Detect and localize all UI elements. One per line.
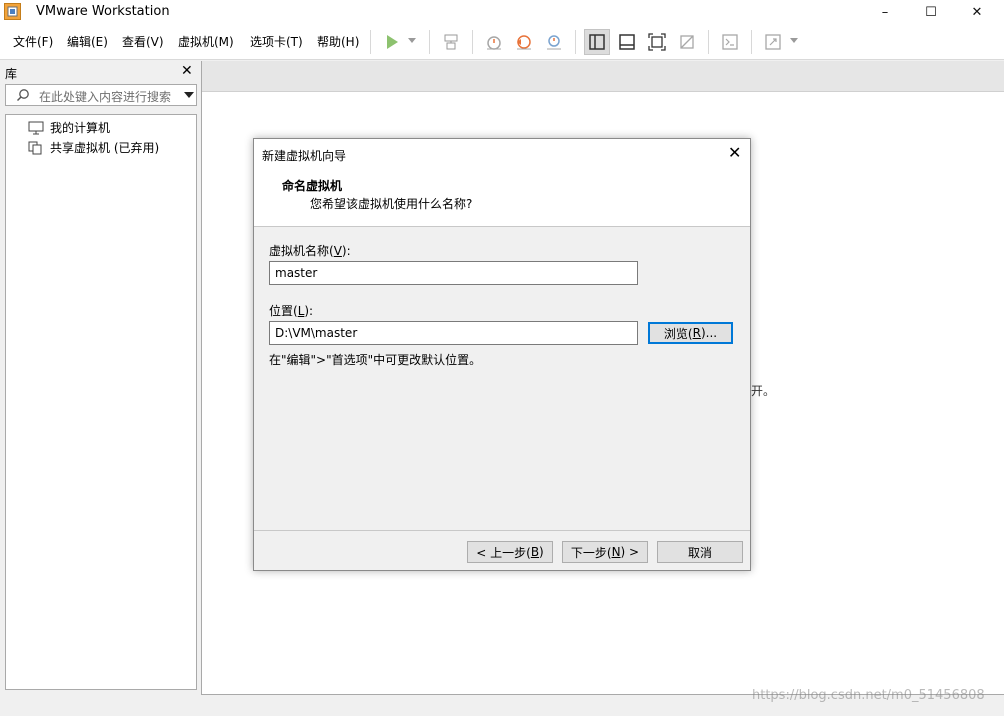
background-text-fragment: 开。: [751, 384, 776, 398]
default-location-hint: 在"编辑">"首选项"中可更改默认位置。: [269, 353, 482, 367]
sidebar-layout-icon: [589, 34, 605, 50]
power-on-button[interactable]: [379, 29, 405, 55]
menu-file[interactable]: 文件(F): [13, 33, 53, 50]
watermark: https://blog.csdn.net/m0_51456808: [752, 688, 985, 703]
toolbar-separator: [708, 30, 709, 54]
tree-item-label: 共享虚拟机 (已弃用): [50, 141, 160, 155]
snapshot-manager-button[interactable]: [541, 29, 567, 55]
maximize-button[interactable]: ☐: [908, 0, 954, 24]
toolbar-separator: [751, 30, 752, 54]
tree-item-shared-vms[interactable]: 共享虚拟机 (已弃用): [28, 139, 159, 156]
location-input[interactable]: D:\VM\master: [269, 321, 638, 345]
console-view-button[interactable]: [717, 29, 743, 55]
library-title: 库: [5, 67, 18, 81]
menu-edit[interactable]: 编辑(E): [67, 33, 108, 50]
dialog-heading: 命名虚拟机: [282, 179, 343, 193]
toolbar-separator: [370, 30, 371, 54]
search-icon: [16, 89, 29, 102]
library-tree: 我的计算机 共享虚拟机 (已弃用): [5, 114, 197, 690]
send-keys-button[interactable]: [438, 29, 464, 55]
snapshot-manager-icon: [547, 35, 561, 50]
stretch-dropdown-caret[interactable]: [790, 38, 798, 43]
show-library-button[interactable]: [584, 29, 610, 55]
power-dropdown-caret[interactable]: [408, 38, 416, 43]
close-window-button[interactable]: ✕: [954, 0, 1000, 24]
snapshot-clock-icon: [487, 36, 501, 50]
full-screen-button[interactable]: [644, 29, 670, 55]
play-icon: [387, 35, 398, 49]
library-close-button[interactable]: ✕: [181, 63, 193, 79]
search-placeholder: 在此处键入内容进行搜索: [39, 90, 172, 104]
vmware-app-icon: [4, 3, 21, 20]
location-label: 位置(L):: [269, 304, 314, 318]
toolbar-separator: [472, 30, 473, 54]
send-ctrl-alt-del-icon: [444, 34, 458, 50]
stretch-guest-button[interactable]: [760, 29, 786, 55]
library-header: 库 ✕: [0, 61, 200, 83]
vm-name-label: 虚拟机名称(V):: [269, 244, 351, 258]
dialog-close-button[interactable]: ✕: [728, 143, 741, 162]
dialog-subheading: 您希望该虚拟机使用什么名称?: [310, 197, 473, 211]
window-title: VMware Workstation: [36, 4, 170, 19]
terminal-icon: [722, 34, 738, 50]
toolbar-separator: [575, 30, 576, 54]
dialog-header: 新建虚拟机向导 ✕ 命名虚拟机 您希望该虚拟机使用什么名称?: [254, 139, 750, 227]
tree-item-label: 我的计算机: [50, 121, 111, 135]
tab-strip: [202, 61, 1004, 92]
cancel-button[interactable]: 取消: [657, 541, 743, 563]
revert-snapshot-button[interactable]: [511, 29, 537, 55]
dialog-title: 新建虚拟机向导: [262, 149, 347, 163]
shared-vm-icon: [28, 141, 42, 154]
take-snapshot-button[interactable]: [481, 29, 507, 55]
next-button[interactable]: 下一步(N) >: [562, 541, 648, 563]
minimize-button[interactable]: –: [862, 0, 908, 24]
new-vm-wizard-dialog: 新建虚拟机向导 ✕ 命名虚拟机 您希望该虚拟机使用什么名称? 虚拟机名称(V):…: [253, 138, 751, 571]
browse-button[interactable]: 浏览(R)...: [648, 322, 733, 344]
fullscreen-icon: [648, 33, 666, 51]
vm-name-input[interactable]: master: [269, 261, 638, 285]
library-search-box[interactable]: 在此处键入内容进行搜索: [5, 84, 197, 106]
bottom-panel-icon: [619, 34, 635, 50]
computer-icon: [28, 121, 44, 134]
unity-icon: [680, 35, 694, 49]
menu-view[interactable]: 查看(V): [122, 33, 164, 50]
unity-button[interactable]: [674, 29, 700, 55]
back-button[interactable]: < 上一步(B): [467, 541, 553, 563]
footer-divider: [254, 530, 750, 531]
tree-item-my-computer[interactable]: 我的计算机: [28, 119, 110, 136]
minimize-icon: –: [881, 4, 889, 20]
revert-snapshot-icon: [517, 35, 531, 50]
search-dropdown-icon[interactable]: [184, 92, 194, 98]
maximize-icon: ☐: [925, 4, 937, 20]
close-icon: ✕: [971, 4, 983, 20]
menu-vm[interactable]: 虚拟机(M): [178, 33, 234, 50]
show-thumbnail-bar-button[interactable]: [614, 29, 640, 55]
menu-tabs[interactable]: 选项卡(T): [250, 33, 303, 50]
stretch-icon: [765, 34, 781, 50]
toolbar-separator: [429, 30, 430, 54]
menu-help[interactable]: 帮助(H): [317, 33, 359, 50]
menu-toolbar: 文件(F) 编辑(E) 查看(V) 虚拟机(M) 选项卡(T) 帮助(H): [0, 24, 1004, 60]
title-bar: VMware Workstation – ☐ ✕: [0, 0, 1004, 24]
